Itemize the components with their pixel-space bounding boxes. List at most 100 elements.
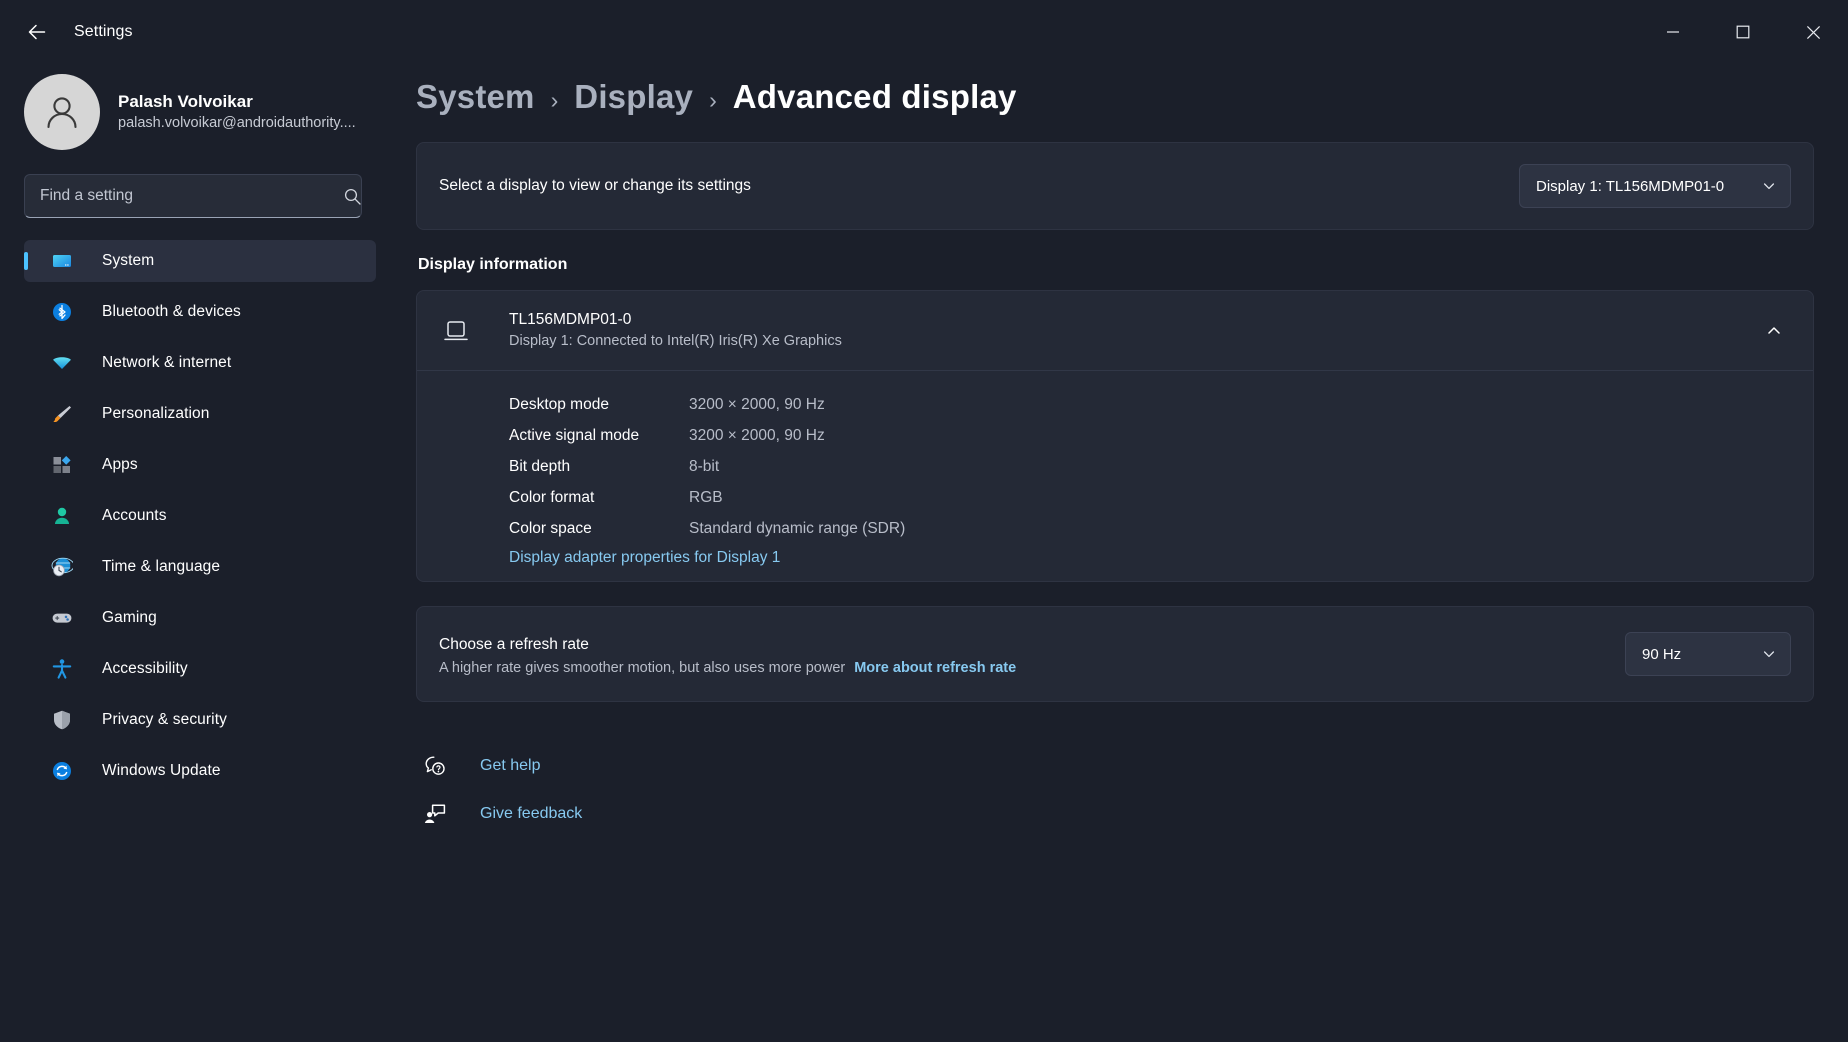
refresh-rate-description: A higher rate gives smoother motion, but… (439, 659, 846, 676)
account-person-icon (50, 504, 74, 528)
help-question-icon (420, 751, 450, 781)
sidebar-item-label: Accounts (102, 507, 167, 524)
info-row-color-format: Color format RGB (417, 482, 1813, 513)
info-row-active-signal-mode: Active signal mode 3200 × 2000, 90 Hz (417, 420, 1813, 451)
refresh-rate-text: Choose a refresh rate A higher rate give… (439, 633, 1625, 675)
window-body: Palash Volvoikar palash.volvoikar@androi… (0, 64, 1848, 1042)
search-input[interactable] (24, 174, 362, 218)
sidebar-item-accounts[interactable]: Accounts (24, 495, 376, 537)
close-button[interactable] (1778, 0, 1848, 64)
breadcrumb-item-system[interactable]: System (416, 78, 535, 116)
shield-icon (50, 708, 74, 732)
display-device-info: TL156MDMP01-0 Display 1: Connected to In… (509, 309, 1757, 352)
gamepad-icon (50, 606, 74, 630)
display-information-card: TL156MDMP01-0 Display 1: Connected to In… (416, 290, 1814, 583)
sidebar-item-label: Bluetooth & devices (102, 303, 241, 320)
info-row-color-space: Color space Standard dynamic range (SDR) (417, 513, 1813, 544)
info-key: Bit depth (509, 457, 571, 475)
display-device-subtitle: Display 1: Connected to Intel(R) Iris(R)… (509, 333, 842, 350)
breadcrumb-separator: › (550, 87, 559, 113)
profile-email: palash.volvoikar@androidauthority.... (118, 114, 356, 131)
display-info-rows: Desktop mode 3200 × 2000, 90 Hz Active s… (417, 371, 1813, 581)
info-row-desktop-mode: Desktop mode 3200 × 2000, 90 Hz (417, 389, 1813, 420)
get-help-link[interactable]: Get help (420, 742, 552, 790)
sidebar-item-label: Windows Update (102, 762, 221, 779)
window-controls (1638, 0, 1848, 64)
more-about-refresh-rate-link[interactable]: More about refresh rate (854, 660, 1016, 676)
title-bar: Settings (0, 0, 1848, 64)
sidebar-item-label: Personalization (102, 405, 210, 422)
refresh-rate-card: Choose a refresh rate A higher rate give… (416, 606, 1814, 703)
display-device-name: TL156MDMP01-0 (509, 311, 632, 328)
minimize-button[interactable] (1638, 0, 1708, 64)
close-icon (1806, 25, 1820, 39)
info-value: 3200 × 2000, 90 Hz (689, 426, 825, 444)
sidebar-item-label: Network & internet (102, 354, 232, 371)
sidebar-item-label: Privacy & security (102, 711, 227, 728)
breadcrumb-item-display[interactable]: Display (574, 78, 693, 116)
display-adapter-properties-link[interactable]: Display adapter properties for Display 1 (509, 549, 780, 566)
info-value: RGB (689, 488, 723, 506)
maximize-icon (1736, 25, 1750, 39)
person-avatar-icon (47, 97, 77, 129)
info-value: Standard dynamic range (SDR) (689, 519, 906, 537)
arrow-left-icon (28, 24, 46, 40)
paintbrush-icon (50, 402, 74, 426)
wifi-icon (50, 351, 74, 375)
info-row-bit-depth: Bit depth 8-bit (417, 451, 1813, 482)
back-button[interactable] (14, 12, 60, 52)
sidebar-item-apps[interactable]: Apps (24, 444, 376, 486)
select-display-label: Select a display to view or change its s… (439, 177, 751, 194)
feedback-person-icon (420, 799, 450, 829)
sidebar-item-system[interactable]: System (24, 240, 376, 282)
profile-text: Palash Volvoikar palash.volvoikar@androi… (118, 91, 356, 133)
monitor-icon (50, 249, 74, 273)
info-key: Color format (509, 488, 595, 506)
sidebar-item-label: Gaming (102, 609, 157, 626)
info-key: Color space (509, 519, 592, 537)
select-display-card: Select a display to view or change its s… (416, 142, 1814, 230)
breadcrumb: System › Display › Advanced display (416, 64, 1814, 142)
footer-links: Get help Give feedback (416, 728, 1814, 838)
search-box (24, 174, 376, 218)
info-value: 8-bit (689, 457, 720, 475)
sidebar-item-windows-update[interactable]: Windows Update (24, 750, 376, 792)
breadcrumb-separator: › (709, 87, 717, 113)
refresh-rate-value: 90 Hz (1642, 645, 1682, 663)
sidebar-item-gaming[interactable]: Gaming (24, 597, 376, 639)
bluetooth-icon (50, 300, 74, 324)
chevron-up-icon[interactable] (1757, 314, 1791, 348)
give-feedback-label: Give feedback (480, 805, 583, 823)
maximize-button[interactable] (1708, 0, 1778, 64)
sidebar-item-time-language[interactable]: Time & language (24, 546, 376, 588)
refresh-rate-dropdown[interactable]: 90 Hz (1625, 632, 1791, 677)
main-content: System › Display › Advanced display Sele… (400, 64, 1848, 1042)
sidebar-item-accessibility[interactable]: Accessibility (24, 648, 376, 690)
breadcrumb-item-advanced-display: Advanced display (732, 78, 1017, 115)
sidebar-item-label: Time & language (102, 558, 221, 575)
minimize-icon (1667, 31, 1679, 33)
refresh-rate-description-line: A higher rate gives smoother motion, but… (439, 660, 1625, 676)
sidebar-item-bluetooth-devices[interactable]: Bluetooth & devices (24, 291, 376, 333)
profile-card[interactable]: Palash Volvoikar palash.volvoikar@androi… (24, 64, 376, 174)
adapter-properties-row: Display adapter properties for Display 1 (417, 549, 1813, 567)
give-feedback-link[interactable]: Give feedback (420, 790, 594, 838)
apps-grid-icon (50, 453, 74, 477)
app-title: Settings (74, 23, 133, 40)
chevron-down-icon (1762, 647, 1776, 661)
laptop-display-icon (439, 314, 473, 348)
sidebar-item-personalization[interactable]: Personalization (24, 393, 376, 435)
display-information-heading: Display information (418, 256, 568, 273)
display-information-header[interactable]: TL156MDMP01-0 Display 1: Connected to In… (417, 291, 1813, 370)
info-key: Active signal mode (509, 426, 640, 444)
refresh-rate-title: Choose a refresh rate (439, 636, 589, 654)
sidebar: Palash Volvoikar palash.volvoikar@androi… (0, 64, 400, 1042)
sidebar-item-network-internet[interactable]: Network & internet (24, 342, 376, 384)
settings-window: Settings Palash Volvoikar palash.volvoik… (0, 0, 1848, 1042)
sidebar-item-privacy-security[interactable]: Privacy & security (24, 699, 376, 741)
sidebar-nav: System Bluetooth & devices Network & int… (24, 240, 376, 801)
display-select-dropdown[interactable]: Display 1: TL156MDMP01-0 (1519, 164, 1791, 208)
sidebar-item-label: Apps (102, 456, 138, 473)
accessibility-person-icon (50, 657, 74, 681)
info-value: 3200 × 2000, 90 Hz (689, 395, 825, 413)
